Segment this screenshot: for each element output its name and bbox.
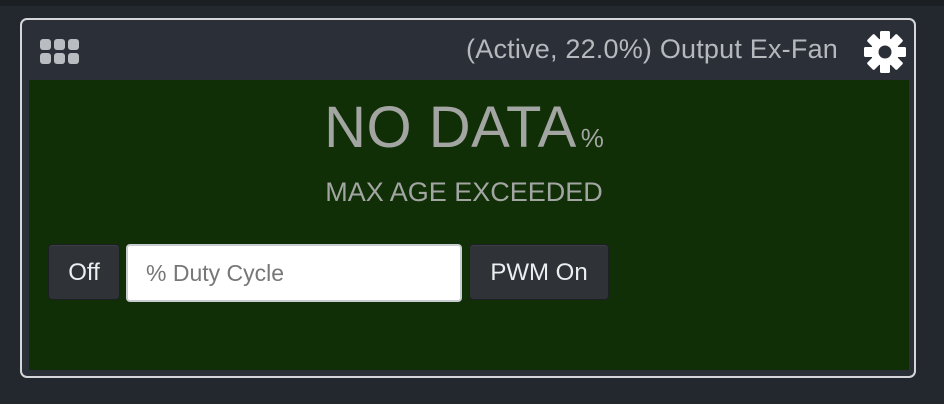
grid-dot	[68, 39, 79, 50]
grid-dot	[54, 53, 65, 64]
widget-body: NO DATA% MAX AGE EXCEEDED Off PWM On	[29, 80, 909, 370]
status-text: MAX AGE EXCEEDED	[325, 177, 603, 207]
widget-title: (Active, 22.0%) Output Ex-Fan	[466, 34, 838, 64]
value-text: NO DATA	[324, 95, 577, 160]
widget-header: (Active, 22.0%) Output Ex-Fan	[22, 20, 914, 80]
grid-dot	[68, 53, 79, 64]
grid-dot	[40, 53, 51, 64]
duty-cycle-input[interactable]	[126, 244, 462, 302]
top-bar	[0, 0, 944, 6]
grid-dot	[54, 39, 65, 50]
unit-text: %	[580, 123, 604, 153]
pwm-on-button[interactable]: PWM On	[469, 244, 609, 300]
off-button[interactable]: Off	[48, 244, 120, 300]
grid-icon[interactable]	[40, 39, 82, 67]
output-widget: (Active, 22.0%) Output Ex-Fan NO DATA% M…	[20, 18, 916, 378]
value-display: NO DATA%	[29, 94, 899, 161]
grid-dot	[40, 39, 51, 50]
gear-icon[interactable]	[862, 29, 908, 75]
